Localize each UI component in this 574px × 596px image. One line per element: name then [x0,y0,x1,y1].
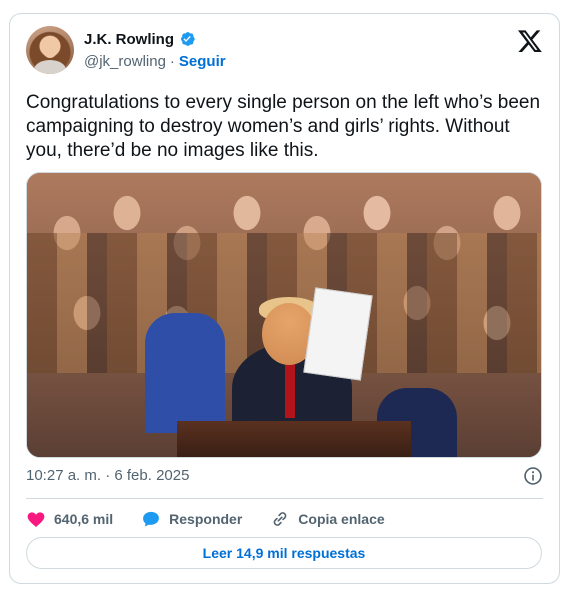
tweet-timestamp[interactable]: 10:27 a. m. · 6 feb. 2025 [26,467,189,484]
author-name[interactable]: J.K. Rowling [84,31,174,48]
read-replies-button[interactable]: Leer 14,9 mil respuestas [26,537,542,569]
tweet-text: Congratulations to every single person o… [26,92,541,161]
copy-link-label: Copia enlace [298,511,385,527]
x-logo-icon[interactable] [517,28,543,54]
copy-link-button[interactable]: Copia enlace [270,509,385,529]
author-avatar[interactable] [26,26,74,74]
avatar-shoulders [34,60,66,74]
author-handle-row: @jk_rowling · Seguir [84,53,226,70]
follow-button[interactable]: Seguir [179,53,226,70]
tweet-header: J.K. Rowling @jk_rowling · Seguir [26,26,543,78]
author-handle[interactable]: @jk_rowling [84,53,166,70]
author-name-row: J.K. Rowling [84,30,196,48]
tweet-card: J.K. Rowling @jk_rowling · Seguir Congra… [9,13,560,584]
like-button[interactable]: 640,6 mil [26,509,113,529]
info-icon[interactable] [523,466,543,486]
tweet-photo[interactable] [26,172,542,458]
reply-bubble-icon [143,511,160,527]
reply-button[interactable]: Responder [141,509,242,529]
photo-blue-jersey [145,313,225,433]
action-bar: 640,6 mil Responder Copia enlace [26,507,385,531]
avatar-face [42,38,58,58]
handle-separator: · [169,53,175,70]
photo-desk [177,421,411,457]
reply-label: Responder [169,511,243,527]
link-icon [273,512,287,526]
verified-badge-icon [180,32,195,46]
heart-icon [27,512,45,527]
photo-signed-document [303,287,373,381]
photo-red-tie [285,358,295,418]
like-count: 640,6 mil [54,511,114,527]
divider [26,498,543,499]
